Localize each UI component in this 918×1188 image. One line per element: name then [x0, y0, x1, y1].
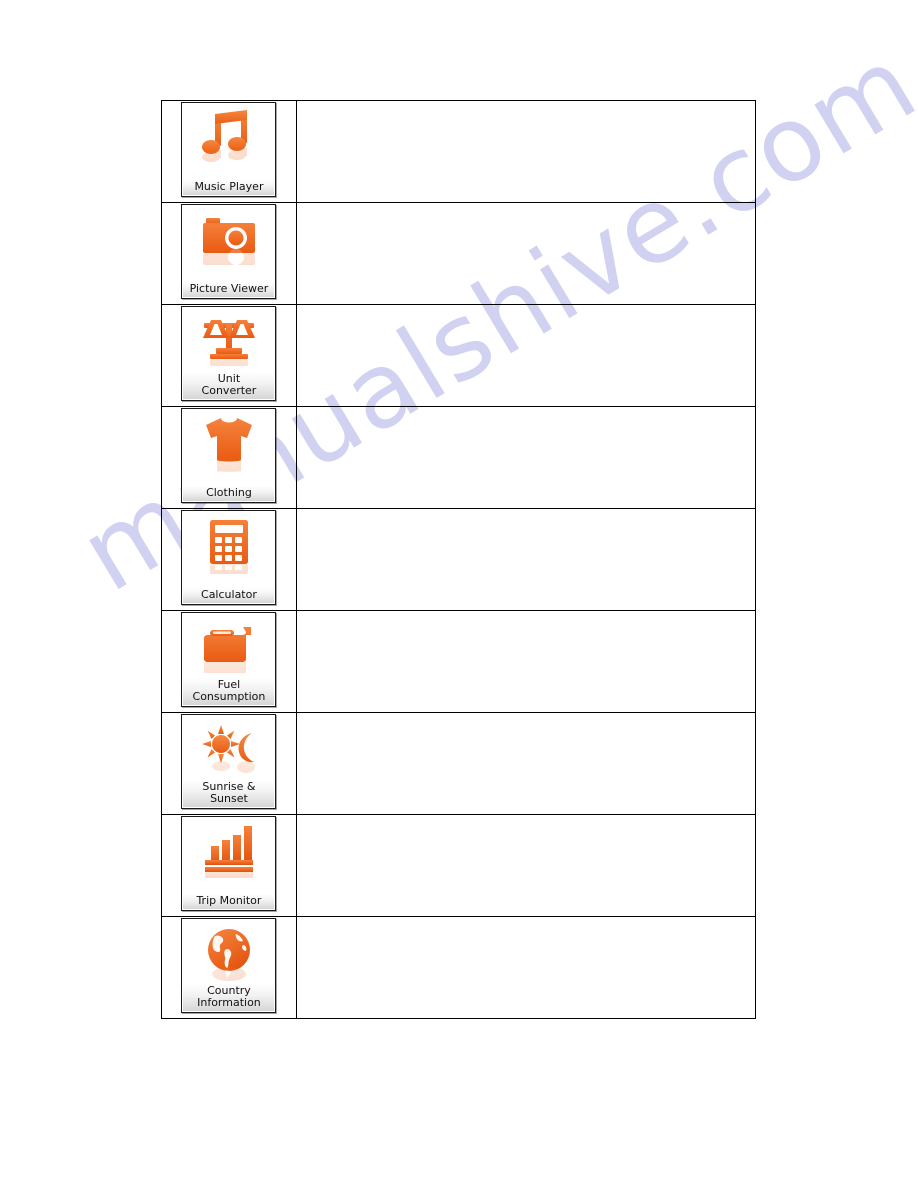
camera-icon — [182, 207, 275, 273]
table-cell-icon: Clothing — [161, 406, 297, 509]
app-label: Calculator — [183, 588, 275, 603]
table-row: Unit Converter — [161, 304, 757, 407]
table-cell-description — [295, 406, 757, 509]
table-row: Music Player — [161, 100, 757, 203]
app-button-country-information[interactable]: Country Information — [181, 918, 277, 1013]
table-row: Country Information — [161, 916, 757, 1019]
bar-chart-icon — [182, 819, 275, 885]
table-cell-description — [295, 202, 757, 305]
tshirt-icon — [182, 411, 275, 477]
table-row: Calculator — [161, 508, 757, 611]
app-label-line-2: Sunset — [210, 792, 248, 805]
app-label: Trip Monitor — [183, 894, 275, 909]
app-button-calculator[interactable]: Calculator — [181, 510, 277, 605]
music-note-icon — [182, 105, 275, 171]
app-button-fuel-consumption[interactable]: Fuel Consumption — [181, 612, 277, 707]
app-button-music-player[interactable]: Music Player — [181, 102, 277, 197]
table-cell-description — [295, 610, 757, 713]
app-label: Fuel Consumption — [183, 678, 275, 705]
app-label: Clothing — [183, 486, 275, 501]
app-label-line-2: Consumption — [192, 690, 266, 703]
table-cell-icon: Fuel Consumption — [161, 610, 297, 713]
app-label: Picture Viewer — [183, 282, 275, 297]
app-label-line-2: Information — [197, 996, 261, 1009]
app-label: Unit Converter — [183, 372, 275, 399]
app-label: Sunrise & Sunset — [183, 780, 275, 807]
table-cell-description — [295, 100, 757, 203]
icon-reference-table: Music Player Picture Viewer Unit Convert… — [161, 100, 757, 1019]
globe-icon — [182, 921, 275, 987]
table-cell-description — [295, 712, 757, 815]
table-cell-icon: Music Player — [161, 100, 297, 203]
table-cell-description — [295, 508, 757, 611]
sun-shape — [201, 725, 240, 763]
app-button-unit-converter[interactable]: Unit Converter — [181, 306, 277, 401]
table-row: Trip Monitor — [161, 814, 757, 917]
app-button-trip-monitor[interactable]: Trip Monitor — [181, 816, 277, 911]
document-page: manualshive.com Music Player Picture Vie… — [0, 0, 918, 1188]
app-button-clothing[interactable]: Clothing — [181, 408, 277, 503]
app-button-sunrise-sunset[interactable]: Sunrise & Sunset — [181, 714, 277, 809]
table-cell-description — [295, 304, 757, 407]
app-label: Country Information — [183, 984, 275, 1011]
balance-scale-icon — [182, 309, 275, 375]
table-cell-icon: Calculator — [161, 508, 297, 611]
table-cell-icon: Trip Monitor — [161, 814, 297, 917]
table-cell-icon: Unit Converter — [161, 304, 297, 407]
sun-moon-icon — [182, 717, 275, 783]
app-button-picture-viewer[interactable]: Picture Viewer — [181, 204, 277, 299]
jerrycan-icon — [182, 615, 275, 681]
app-label: Music Player — [183, 180, 275, 195]
table-row: Clothing — [161, 406, 757, 509]
table-row: Sunrise & Sunset — [161, 712, 757, 815]
moon-shape — [238, 733, 254, 763]
table-row: Picture Viewer — [161, 202, 757, 305]
table-cell-description — [295, 814, 757, 917]
table-cell-description — [295, 916, 757, 1019]
table-row: Fuel Consumption — [161, 610, 757, 713]
table-cell-icon: Sunrise & Sunset — [161, 712, 297, 815]
table-cell-icon: Picture Viewer — [161, 202, 297, 305]
table-cell-icon: Country Information — [161, 916, 297, 1019]
calculator-icon — [182, 513, 275, 579]
app-label-line-2: Converter — [201, 384, 257, 397]
